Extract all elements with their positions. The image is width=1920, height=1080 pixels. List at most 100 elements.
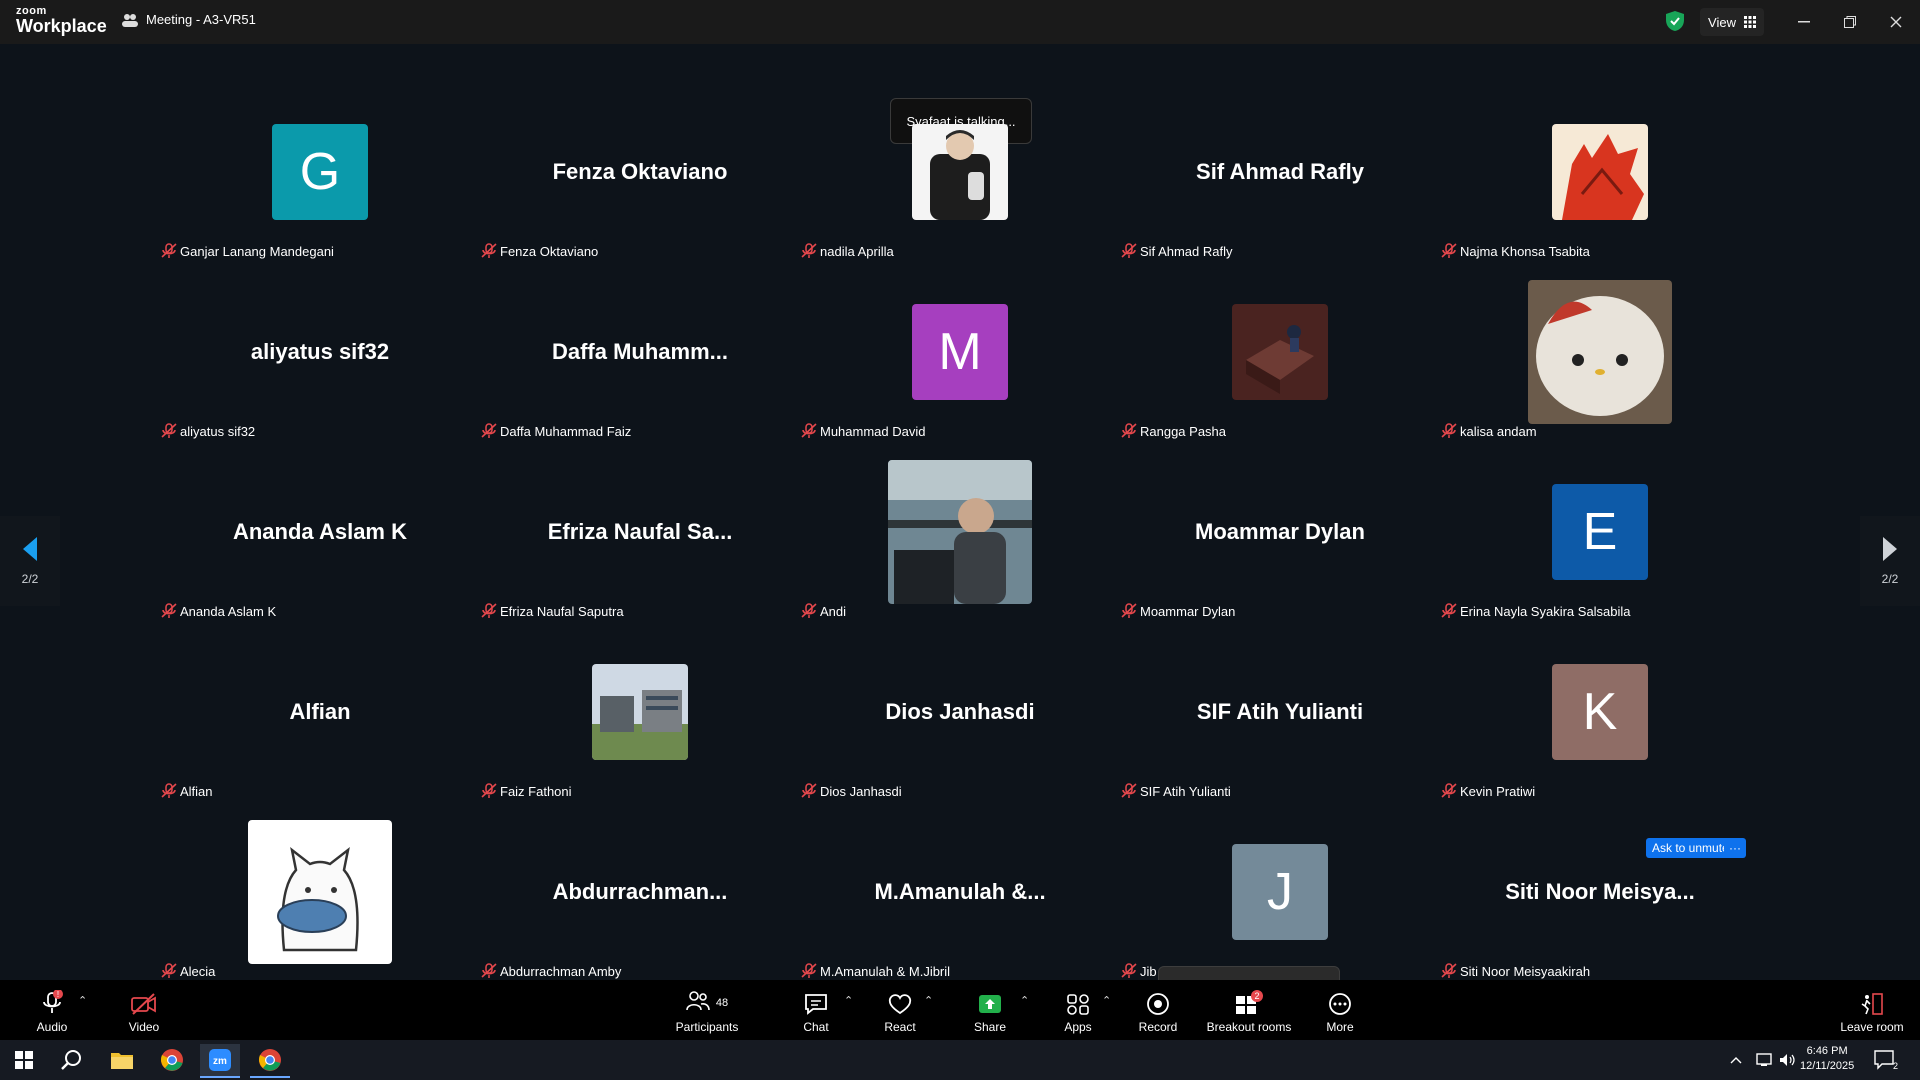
participant-tile[interactable]: Efriza Naufal Sa... Efriza Naufal Saputra — [480, 462, 800, 642]
audio-options-chevron-icon[interactable]: ⌃ — [78, 994, 87, 1007]
share-options-chevron-icon[interactable]: ⌃ — [1020, 994, 1029, 1007]
participant-tile[interactable]: Alfian Alfian — [160, 642, 480, 822]
participant-name-text: Erina Nayla Syakira Salsabila — [1460, 603, 1631, 619]
apps-button[interactable]: Apps — [1058, 980, 1098, 1040]
chrome-window-icon[interactable] — [250, 1044, 290, 1078]
windows-start-icon[interactable] — [4, 1044, 44, 1076]
share-button[interactable]: Share — [970, 980, 1010, 1040]
chat-button[interactable]: Chat — [796, 980, 836, 1040]
participant-tile[interactable]: Abdurrachman... Abdurrachman Amby — [480, 822, 800, 1002]
participant-tile[interactable]: Fenza Oktaviano Fenza Oktaviano — [480, 102, 800, 282]
participant-tile[interactable]: Andi — [800, 460, 1120, 642]
participant-video-area: Efriza Naufal Sa... — [480, 462, 800, 602]
chat-options-chevron-icon[interactable]: ⌃ — [844, 994, 853, 1007]
participant-tile[interactable]: kalisa andam — [1440, 280, 1760, 462]
participant-tile[interactable]: aliyatus sif32 aliyatus sif32 — [160, 282, 480, 462]
participant-tile[interactable]: E Erina Nayla Syakira Salsabila — [1440, 462, 1760, 642]
mic-off-icon — [1121, 963, 1137, 978]
apps-options-chevron-icon[interactable]: ⌃ — [1102, 994, 1111, 1007]
zoom-taskbar-icon[interactable]: zm — [200, 1044, 240, 1078]
system-clock[interactable]: 6:46 PM 12/11/2025 — [1800, 1044, 1854, 1074]
participant-tile[interactable]: Ananda Aslam K Ananda Aslam K — [160, 462, 480, 642]
notification-count: 2 — [1893, 1061, 1898, 1071]
network-icon[interactable] — [1752, 1044, 1776, 1076]
participant-tile[interactable]: Dios Janhasdi Dios Janhasdi — [800, 642, 1120, 822]
participant-name-text: SIF Atih Yulianti — [1140, 783, 1231, 799]
participant-video-area — [1440, 280, 1760, 424]
restore-icon[interactable] — [1830, 8, 1870, 36]
react-options-chevron-icon[interactable]: ⌃ — [924, 994, 933, 1007]
participant-tile[interactable]: Rangga Pasha — [1120, 282, 1440, 462]
mic-off-icon — [1121, 603, 1137, 618]
participant-name-text: Sif Ahmad Rafly — [1140, 243, 1233, 259]
participant-video-area — [160, 820, 480, 964]
participant-tile[interactable]: Faiz Fathoni — [480, 642, 800, 822]
breakout-label: Breakout rooms — [1206, 1020, 1292, 1034]
participant-name-text: Faiz Fathoni — [500, 783, 572, 799]
participant-name-label: Alecia — [160, 960, 215, 982]
participant-name-label: Andi — [800, 600, 846, 622]
participant-video-area: M — [800, 282, 1120, 422]
minimize-icon[interactable] — [1784, 8, 1824, 36]
participant-video-area: G — [160, 102, 480, 242]
search-icon[interactable] — [52, 1044, 92, 1076]
audio-button[interactable]: ! Audio — [32, 980, 72, 1040]
notification-center-icon[interactable]: 2 — [1866, 1044, 1906, 1076]
participant-tile[interactable]: Najma Khonsa Tsabita — [1440, 102, 1760, 282]
participants-icon — [122, 13, 138, 27]
logo-big-text: Workplace — [16, 16, 107, 36]
participant-name-label: Siti Noor Meisyaakirah — [1440, 960, 1590, 982]
leave-room-icon — [1861, 993, 1883, 1015]
participant-tile[interactable]: M.Amanulah &... M.Amanulah & M.Jibril — [800, 822, 1120, 1002]
participant-tile[interactable]: Daffa Muhamm... Daffa Muhammad Faiz — [480, 282, 800, 462]
breakout-rooms-icon: 2 — [1236, 990, 1263, 1014]
mic-off-icon — [161, 423, 177, 438]
participant-tile[interactable]: M Muhammad David — [800, 282, 1120, 462]
breakout-badge: 2 — [1254, 991, 1259, 1001]
ask-to-unmute-button[interactable]: Ask to unmute — [1646, 838, 1735, 858]
participant-name-label: Muhammad David — [800, 420, 926, 442]
participant-name-text: Alecia — [180, 963, 216, 979]
participant-display-name: Ananda Aslam K — [232, 519, 407, 544]
react-button[interactable]: React — [880, 980, 920, 1040]
participant-name-label: Ananda Aslam K — [160, 600, 276, 622]
participant-tile[interactable]: Alecia — [160, 820, 480, 1002]
participant-name-text: Daffa Muhammad Faiz — [500, 423, 632, 439]
participant-name-label: Alfian — [160, 780, 213, 802]
breakout-rooms-button[interactable]: 2 Breakout rooms — [1204, 980, 1294, 1040]
security-shield-icon[interactable] — [1664, 10, 1690, 34]
participant-initial-avatar: K — [1552, 664, 1648, 760]
video-button[interactable]: Video — [124, 980, 164, 1040]
file-explorer-icon[interactable] — [102, 1044, 142, 1076]
participant-name-label: nadila Aprilla — [800, 240, 894, 262]
participant-name-label: Faiz Fathoni — [480, 780, 572, 802]
participant-tile[interactable]: K Kevin Pratiwi — [1440, 642, 1760, 822]
participant-tile[interactable]: Moammar Dylan Moammar Dylan — [1120, 462, 1440, 642]
participants-button[interactable]: 48 Participants — [672, 980, 742, 1040]
mic-off-icon — [481, 783, 497, 798]
close-icon[interactable] — [1876, 8, 1916, 36]
participant-tile[interactable]: nadila Aprilla — [800, 102, 1120, 282]
more-button[interactable]: More — [1320, 980, 1360, 1040]
leave-room-button[interactable]: Leave room — [1836, 980, 1908, 1040]
participant-tile[interactable]: Sif Ahmad Rafly Sif Ahmad Rafly — [1120, 102, 1440, 282]
participant-display-name: aliyatus sif32 — [250, 339, 390, 364]
mic-off-icon — [1121, 423, 1137, 438]
chrome-icon[interactable] — [152, 1044, 192, 1076]
previous-page-button[interactable]: 2/2 — [0, 516, 60, 606]
plush-cat-avatar-image — [1528, 280, 1672, 424]
participant-name-text: Jib — [1140, 963, 1157, 979]
volume-icon[interactable] — [1776, 1044, 1800, 1076]
participant-video-area: M.Amanulah &... — [800, 822, 1120, 962]
next-page-button[interactable]: 2/2 — [1860, 516, 1920, 606]
record-label: Record — [1138, 1020, 1178, 1034]
clock-time: 6:46 PM — [1806, 1045, 1848, 1057]
tray-chevron-up-icon[interactable] — [1724, 1044, 1748, 1076]
tile-more-options-button[interactable]: ··· — [1724, 838, 1746, 858]
participant-tile[interactable]: G Ganjar Lanang Mandegani — [160, 102, 480, 282]
participant-name-text: Muhammad David — [820, 423, 926, 439]
participant-tile[interactable]: SIF Atih Yulianti SIF Atih Yulianti — [1120, 642, 1440, 822]
mic-off-icon — [481, 243, 497, 258]
view-button[interactable]: View — [1700, 8, 1764, 36]
record-button[interactable]: Record — [1138, 980, 1178, 1040]
